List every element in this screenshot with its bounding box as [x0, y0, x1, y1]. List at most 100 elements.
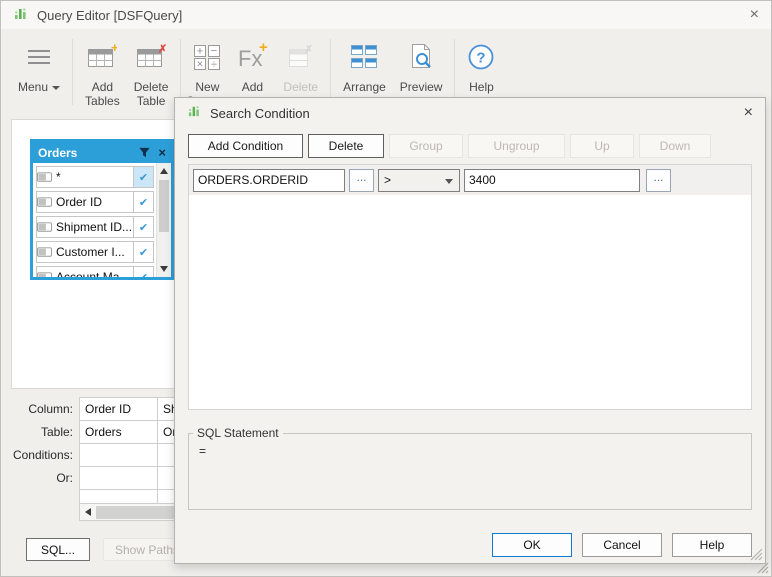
svg-text:÷: ÷ — [211, 59, 217, 71]
menu-button[interactable]: Menu — [11, 39, 67, 94]
delete-table-label: Delete Table — [133, 80, 169, 108]
orders-close-icon[interactable]: × — [158, 145, 166, 160]
add-formula-label: Add — [241, 80, 264, 94]
add-condition-button[interactable]: Add Condition — [188, 134, 303, 158]
titlebar: Query Editor [DSFQuery] × — [1, 1, 771, 29]
field-row-order-id[interactable]: Order ID ✔ — [36, 191, 154, 213]
arrange-icon — [351, 45, 378, 68]
scroll-up-icon[interactable] — [160, 168, 168, 174]
qbe-label-column: Column: — [28, 402, 73, 416]
field-row-customer-id[interactable]: Customer I... ✔ — [36, 241, 154, 263]
window-close-icon[interactable]: × — [750, 7, 759, 23]
help-label: Help — [469, 80, 494, 94]
dialog-footer: OK Cancel Help — [492, 533, 752, 557]
condition-field-input[interactable] — [193, 168, 345, 192]
field-checkbox[interactable]: ✔ — [133, 242, 153, 262]
dialog-close-icon[interactable]: × — [744, 105, 753, 121]
qbe-cell-table-1[interactable]: Orders — [80, 421, 158, 444]
field-icon — [37, 272, 52, 277]
menu-caret-icon — [52, 85, 61, 90]
window-title: Query Editor [DSFQuery] — [37, 7, 183, 23]
condition-row[interactable]: ... > ... — [189, 165, 751, 195]
delete-formula-icon: ✗ — [288, 44, 313, 67]
preview-label: Preview — [399, 80, 443, 94]
ok-button[interactable]: OK — [492, 533, 572, 557]
svg-text:✗: ✗ — [304, 44, 313, 56]
qbe-label-conditions: Conditions: — [12, 448, 73, 462]
field-row-shipment-id[interactable]: Shipment ID... ✔ — [36, 216, 154, 238]
delete-formula-label: Delete — [283, 80, 319, 94]
scroll-left-icon[interactable] — [85, 508, 91, 516]
qbe-label-table: Table: — [40, 425, 73, 439]
field-checkbox[interactable]: ✔ — [133, 217, 153, 237]
condition-value-input[interactable] — [464, 168, 640, 192]
sql-button[interactable]: SQL... — [26, 538, 90, 561]
svg-text:−: − — [211, 45, 217, 57]
field-icon — [37, 197, 52, 207]
qbe-cell-conditions-1[interactable] — [80, 444, 158, 467]
delete-formula-button: ✗ Delete — [276, 39, 325, 94]
svg-text:+: + — [197, 46, 203, 58]
delete-table-icon: ✗ — [137, 44, 166, 67]
search-condition-dialog: Search Condition × Add Condition Delete … — [174, 97, 766, 564]
help-dialog-button[interactable]: Help — [672, 533, 752, 557]
up-button: Up — [570, 134, 634, 158]
qbe-row-labels: Column: Table: Conditions: Or: — [1, 398, 77, 490]
orders-table-window[interactable]: Orders × * ✔ Order ID ✔ Shipment ID... ✔… — [30, 139, 174, 280]
dropdown-arrow-icon — [445, 178, 453, 184]
qbe-cell-extra-1[interactable] — [80, 490, 158, 504]
sql-statement-legend: SQL Statement — [197, 426, 279, 440]
query-editor-window: Query Editor [DSFQuery] × Menu + Add Tabl… — [0, 0, 772, 577]
qbe-cell-or-1[interactable] — [80, 467, 158, 490]
sql-statement-group: SQL Statement = — [188, 426, 752, 510]
operator-value: > — [384, 173, 392, 187]
field-picker-button[interactable]: ... — [349, 168, 374, 192]
help-button[interactable]: ? Help — [460, 39, 502, 94]
sql-statement-text: = — [199, 444, 207, 458]
app-logo-icon — [13, 5, 29, 26]
field-checkbox[interactable]: ✔ — [133, 167, 153, 187]
field-row-star[interactable]: * ✔ — [36, 166, 154, 188]
delete-table-button[interactable]: ✗ Delete Table — [127, 39, 176, 109]
preview-button[interactable]: Preview — [393, 39, 450, 94]
add-formula-button[interactable]: Fx + Add — [228, 39, 276, 94]
field-icon — [37, 222, 52, 232]
hamburger-icon — [28, 46, 51, 68]
computed-column-icon: + − × ÷ — [194, 45, 221, 71]
qbe-label-or: Or: — [56, 471, 73, 485]
dialog-titlebar: Search Condition × — [175, 98, 765, 128]
down-button: Down — [639, 134, 711, 158]
scroll-thumb[interactable] — [159, 180, 169, 232]
field-checkbox[interactable]: ✔ — [133, 192, 153, 212]
svg-text:+: + — [259, 42, 268, 56]
operator-dropdown[interactable]: > — [378, 168, 460, 192]
add-table-icon: + — [88, 43, 117, 67]
dialog-logo-icon — [187, 103, 202, 123]
group-button: Group — [389, 134, 463, 158]
preview-icon — [412, 44, 431, 68]
cancel-button[interactable]: Cancel — [582, 533, 662, 557]
ungroup-button: Ungroup — [468, 134, 565, 158]
dialog-title: Search Condition — [210, 105, 310, 121]
qbe-cell-column-1[interactable]: Order ID — [80, 398, 158, 421]
conditions-list: ... > ... — [188, 164, 752, 410]
scroll-down-icon[interactable] — [160, 266, 168, 272]
field-icon — [37, 247, 52, 257]
orders-field-list: * ✔ Order ID ✔ Shipment ID... ✔ Customer… — [33, 163, 156, 277]
field-icon — [37, 172, 52, 182]
orders-table-title: Orders — [38, 145, 78, 160]
dialog-resize-grip[interactable] — [750, 548, 763, 561]
add-tables-label: Add Tables — [85, 80, 120, 108]
field-checkbox[interactable]: ✔ — [133, 267, 153, 277]
add-tables-button[interactable]: + Add Tables — [78, 39, 127, 108]
value-picker-button[interactable]: ... — [646, 168, 671, 192]
svg-text:✗: ✗ — [158, 44, 166, 56]
orders-table-header[interactable]: Orders × — [33, 142, 171, 163]
delete-condition-button[interactable]: Delete — [308, 134, 384, 158]
orders-vertical-scrollbar[interactable] — [156, 163, 171, 277]
field-row-account-manager[interactable]: Account Ma... ✔ — [36, 266, 154, 277]
menu-label: Menu — [18, 80, 61, 94]
filter-icon[interactable] — [138, 146, 151, 159]
arrange-button[interactable]: Arrange — [336, 39, 393, 94]
toolbar-separator — [454, 39, 456, 105]
